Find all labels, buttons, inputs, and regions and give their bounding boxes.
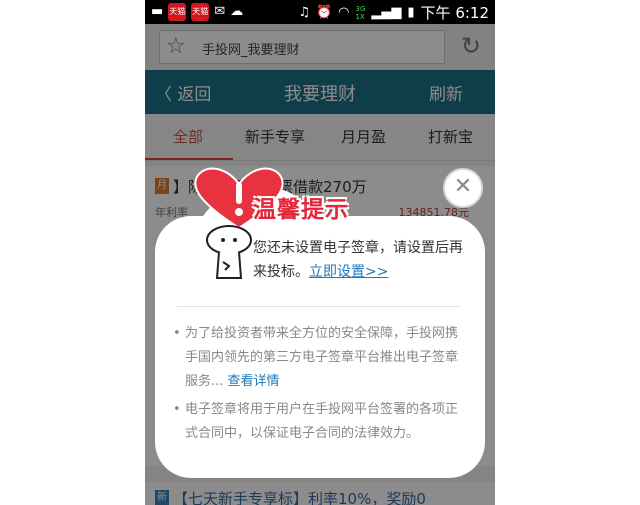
note-text: 为了给投资者带来全方位的安全保障，手投网携手国内领先的第三方电子签章平台推出电子…: [185, 326, 459, 389]
close-icon[interactable]: ✕: [443, 168, 483, 208]
alarm-icon: ⏰: [315, 4, 333, 20]
wechat-icon: ✉: [214, 4, 226, 19]
bullet: •: [173, 326, 181, 341]
status-bar: ▬ 天猫 天猫 ✉ ☁ ♫ ⏰ ◠ 3G 1X ▂▄▆ ▮ 下午 6:12: [145, 0, 495, 24]
setup-now-link[interactable]: 立即设置>>: [309, 264, 388, 280]
network-type: 3G 1X: [355, 4, 366, 21]
dialog-heading: 温馨提示: [253, 197, 349, 223]
bullet: •: [173, 402, 181, 417]
view-details-link[interactable]: 查看详情: [228, 374, 280, 389]
cloud-icon: ☁: [230, 4, 244, 19]
usb-icon: ▬: [151, 4, 164, 19]
note-item: • 为了给投资者带来全方位的安全保障，手投网携手国内领先的第三方电子签章平台推出…: [173, 322, 469, 394]
dialog-divider: [177, 306, 461, 307]
clock: 下午 6:12: [420, 4, 489, 22]
dialog-notes: • 为了给投资者带来全方位的安全保障，手投网携手国内领先的第三方电子签章平台推出…: [173, 322, 469, 450]
wifi-icon: ◠: [338, 4, 350, 20]
headphones-icon: ♫: [298, 4, 310, 20]
tmall-app-icon: 天猫: [168, 3, 187, 21]
signal-icon: ▂▄▆: [371, 4, 402, 20]
tmall-app-icon: 天猫: [191, 3, 210, 21]
note-item: • 电子签章将用于用户在手投网平台签署的各项正式合同中，以保证电子合同的法律效力…: [173, 398, 469, 446]
dialog-message: 您还未设置电子签章，请设置后再来投标。立即设置>>: [253, 236, 463, 284]
note-text: 电子签章将用于用户在手投网平台签署的各项正式合同中，以保证电子合同的法律效力。: [185, 402, 459, 441]
battery-icon: ▮: [407, 4, 415, 20]
phone-screen: ▬ 天猫 天猫 ✉ ☁ ♫ ⏰ ◠ 3G 1X ▂▄▆ ▮ 下午 6:12 ☆ …: [145, 0, 495, 505]
